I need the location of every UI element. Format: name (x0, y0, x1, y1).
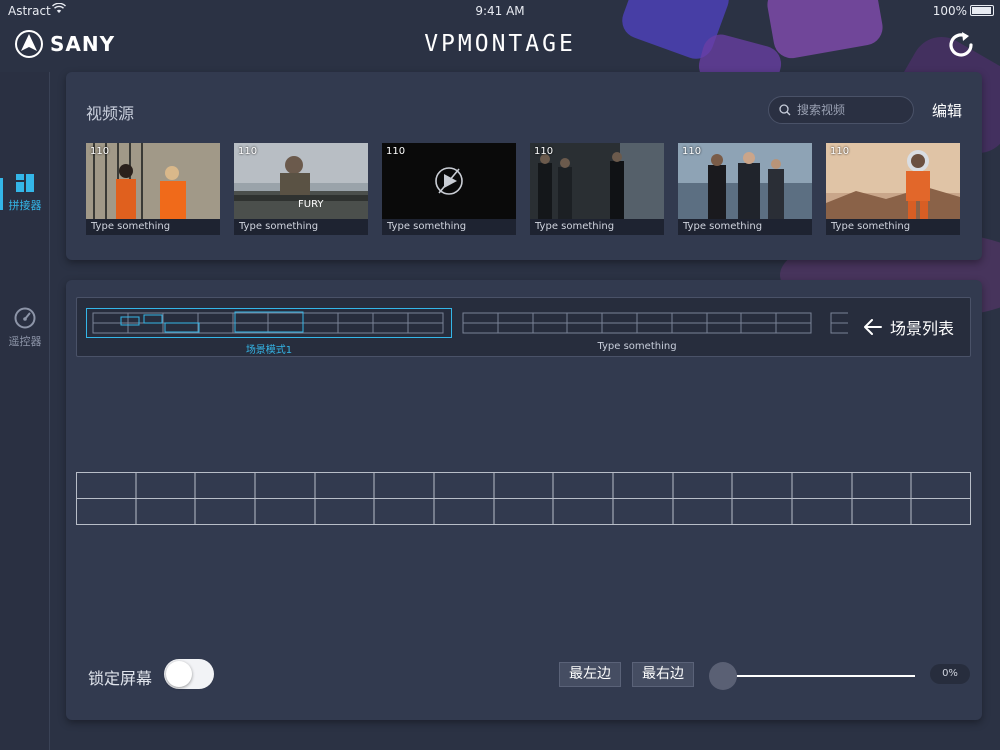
refresh-button[interactable] (944, 28, 978, 62)
leftmost-button[interactable]: 最左边 (559, 662, 621, 687)
channel-number: 110 (682, 146, 702, 157)
channel-number: 110 (90, 146, 110, 157)
section-title: 视频源 (86, 104, 135, 123)
thumbnail-caption: Type something (86, 219, 220, 235)
lock-screen-label: 锁定屏幕 (88, 669, 153, 688)
video-thumbnail[interactable]: 110 Type something (678, 143, 812, 235)
channel-number: 110 (386, 146, 406, 157)
svg-text:FURY: FURY (298, 199, 324, 210)
status-bar: Astract 9:41 AM 100% (0, 0, 1000, 20)
app-title: VPMONTAGE (424, 31, 576, 57)
video-thumbnail[interactable]: 110 Type something (86, 143, 220, 235)
scene-label: Type something (597, 341, 677, 352)
thumbnail-caption: Type something (530, 219, 664, 235)
scene-layout-preview (92, 311, 444, 334)
edit-button[interactable]: 编辑 (932, 100, 962, 121)
search-icon (779, 104, 791, 116)
grid-layout-icon (16, 174, 34, 192)
sidebar-item-label: 遥控器 (8, 335, 42, 348)
video-thumbnail[interactable]: 110 Type something (382, 143, 516, 235)
thumbnail-list: 110 Type something FURY 110 Type somethi… (86, 143, 960, 235)
scene-list-label: 场景列表 (889, 319, 954, 338)
rightmost-button[interactable]: 最右边 (632, 662, 694, 687)
position-slider[interactable] (709, 662, 915, 690)
percent-badge: 0% (930, 664, 970, 684)
sidebar-item-label: 拼接器 (8, 199, 42, 212)
arrow-left-icon (863, 319, 882, 335)
search-input[interactable] (797, 103, 907, 117)
slider-thumb[interactable] (709, 662, 737, 690)
scene-list-button[interactable]: 场景列表 (848, 298, 970, 356)
slider-track (723, 675, 915, 677)
battery-percent: 100% (932, 4, 967, 18)
thumbnail-caption: Type something (678, 219, 812, 235)
scene-layout-preview (462, 312, 812, 334)
video-wall-grid[interactable] (76, 472, 971, 525)
video-thumbnail[interactable]: 110 Type something (530, 143, 664, 235)
sidebar-item-splicer[interactable]: 拼接器 (0, 172, 50, 232)
sidebar: 拼接器 遥控器 (0, 72, 50, 750)
video-thumbnail[interactable]: FURY 110 Type something (234, 143, 368, 235)
lock-screen-toggle[interactable] (164, 659, 214, 689)
clock: 9:41 AM (475, 4, 525, 18)
search-box[interactable] (768, 96, 914, 124)
thumbnail-caption: Type something (234, 219, 368, 235)
scene-card[interactable] (461, 308, 813, 338)
channel-number: 110 (830, 146, 850, 157)
battery-icon (970, 5, 994, 16)
toggle-knob (166, 661, 192, 687)
thumbnail-caption: Type something (382, 219, 516, 235)
scene-label: 场景模式1 (245, 345, 293, 356)
refresh-icon (949, 32, 973, 57)
scene-strip: 场景模式1 Type something 场景列表 (76, 297, 971, 357)
channel-number: 110 (534, 146, 554, 157)
video-thumbnail[interactable]: 110 Type something (826, 143, 960, 235)
gauge-icon (14, 307, 36, 329)
scene-card[interactable] (86, 308, 452, 338)
channel-number: 110 (238, 146, 258, 157)
thumbnail-caption: Type something (826, 219, 960, 235)
sidebar-item-remote[interactable]: 遥控器 (0, 306, 50, 366)
app-header: SANY VPMONTAGE (0, 20, 1000, 72)
splicer-panel: 场景模式1 Type something 场景列表 锁定屏幕 最左边 最右边 0… (66, 280, 982, 720)
video-source-panel: 视频源 编辑 110 Type something (66, 72, 982, 260)
